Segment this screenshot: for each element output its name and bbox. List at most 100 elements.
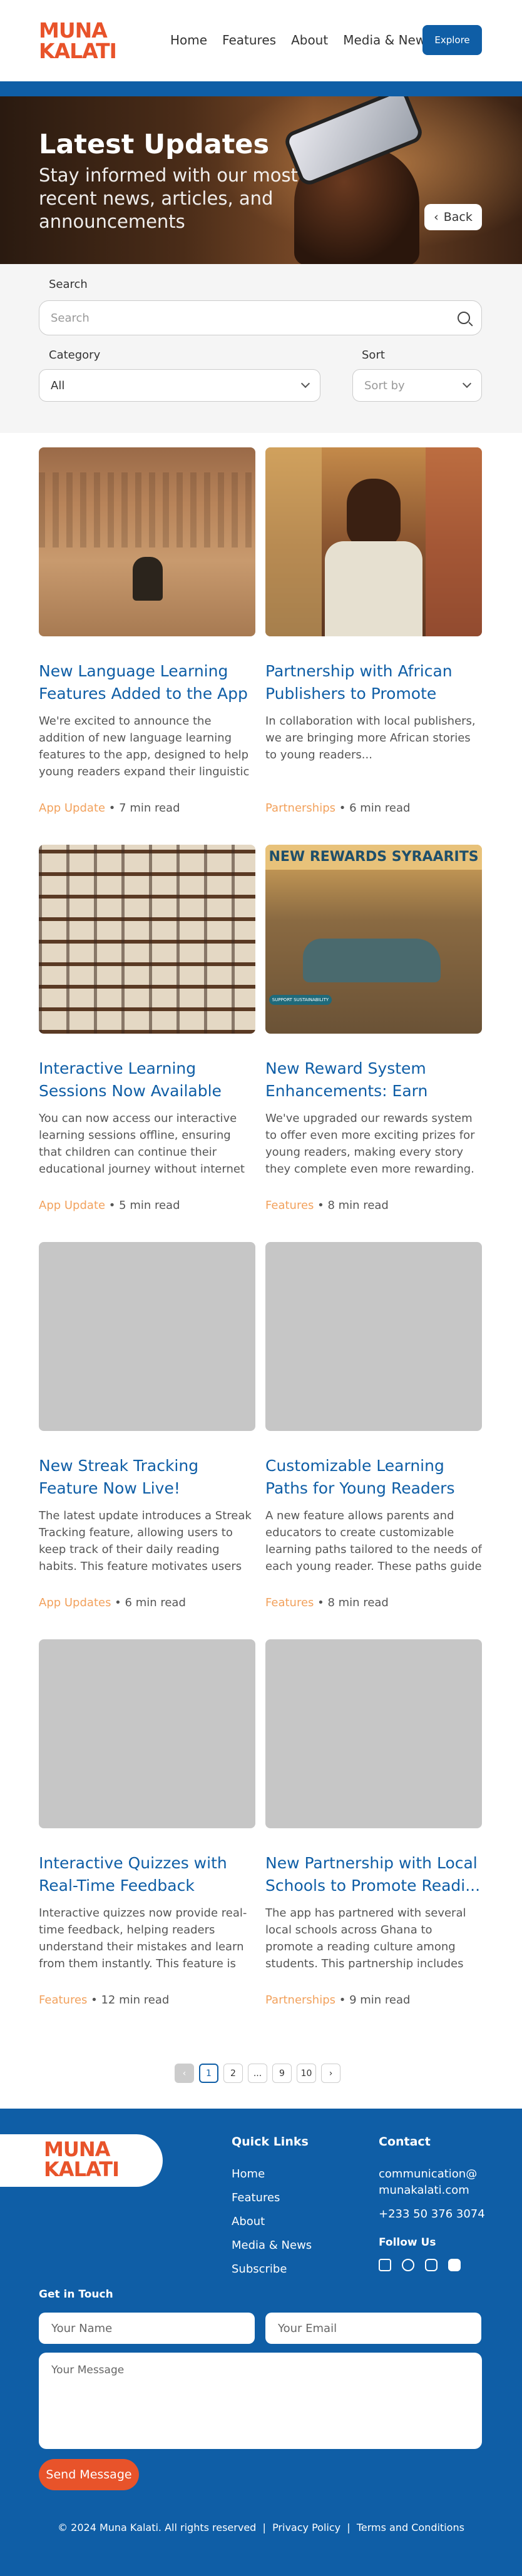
card-image-book-rows bbox=[39, 845, 255, 1034]
sort-select[interactable]: Sort by bbox=[352, 369, 482, 402]
nav-links: Home Features About Media & News bbox=[170, 31, 448, 49]
card-title[interactable]: New Streak Tracking Feature Now Live! bbox=[39, 1455, 255, 1500]
name-placeholder: Your Name bbox=[51, 2321, 113, 2335]
chevron-down-icon bbox=[462, 379, 472, 389]
card-image-placeholder bbox=[39, 1242, 255, 1431]
back-button[interactable]: ‹ Back bbox=[424, 204, 482, 230]
card-category: Partnerships bbox=[265, 1993, 336, 2007]
nav-home[interactable]: Home bbox=[170, 31, 207, 49]
card-category: Partnerships bbox=[265, 802, 336, 815]
card-read-time: 5 min read bbox=[119, 1199, 180, 1212]
card-meta: App Updates • 6 min read bbox=[39, 1596, 186, 1609]
news-card[interactable]: New Partnership with Local Schools to Pr… bbox=[265, 1639, 482, 2007]
card-image-books bbox=[39, 845, 255, 1034]
footer-link-home[interactable]: Home bbox=[232, 2167, 265, 2181]
contact-email-line2[interactable]: munakalati.com bbox=[379, 2184, 469, 2197]
card-image-placeholder bbox=[265, 1242, 482, 1431]
card-title[interactable]: New Reward System Enhancements: Earn Mor… bbox=[265, 1057, 482, 1102]
filter-panel: Search Search Category All Sort Sort by bbox=[0, 264, 522, 433]
card-category: Features bbox=[39, 1993, 88, 2007]
privacy-policy-link[interactable]: Privacy Policy bbox=[272, 2522, 340, 2533]
brand-logo[interactable]: MUNA KALATI bbox=[39, 18, 117, 61]
footer-link-about[interactable]: About bbox=[232, 2215, 265, 2228]
search-icon[interactable] bbox=[458, 312, 470, 324]
pagination-next-button[interactable]: › bbox=[321, 2064, 340, 2083]
news-card[interactable]: NEW REWARDS SYRAARITS SUPPORT SUSTAINABI… bbox=[265, 845, 482, 1212]
news-card[interactable]: Interactive Quizzes with Real-Time Feedb… bbox=[39, 1639, 255, 2007]
nav-features[interactable]: Features bbox=[222, 31, 276, 49]
contact-heading: Contact bbox=[379, 2135, 431, 2149]
card-image-poster-right bbox=[426, 447, 482, 636]
site-footer: MUNA KALATI Quick Links Home Features Ab… bbox=[0, 2109, 522, 2576]
category-label: Category bbox=[49, 349, 101, 362]
terms-link[interactable]: Terms and Conditions bbox=[357, 2522, 464, 2533]
news-card[interactable]: Partnership with African Publishers to P… bbox=[265, 447, 482, 815]
news-card[interactable]: Customizable Learning Paths for Young Re… bbox=[265, 1242, 482, 1609]
name-field[interactable]: Your Name bbox=[39, 2313, 255, 2344]
explore-button[interactable]: Explore bbox=[422, 25, 482, 55]
contact-phone[interactable]: +233 50 376 3074 bbox=[379, 2207, 485, 2221]
card-read-time: 7 min read bbox=[119, 802, 180, 815]
card-title[interactable]: Interactive Learning Sessions Now Availa… bbox=[39, 1057, 255, 1102]
footer-link-subscribe[interactable]: Subscribe bbox=[232, 2263, 287, 2276]
card-description: A new feature allows parents and educato… bbox=[265, 1509, 482, 1573]
category-select[interactable]: All bbox=[39, 369, 320, 402]
card-category: App Update bbox=[39, 802, 106, 815]
message-field[interactable]: Your Message bbox=[39, 2353, 482, 2449]
card-meta: Features • 8 min read bbox=[265, 1596, 389, 1609]
card-description: You can now access our interactive learn… bbox=[39, 1112, 245, 1176]
card-read-time: 6 min read bbox=[349, 802, 411, 815]
card-image-texture bbox=[39, 472, 255, 547]
news-card[interactable]: New Language Learning Features Added to … bbox=[39, 447, 255, 815]
quick-links-heading: Quick Links bbox=[232, 2135, 309, 2149]
card-title[interactable]: Partnership with African Publishers to P… bbox=[265, 660, 482, 705]
follow-us-heading: Follow Us bbox=[379, 2236, 436, 2249]
card-description: In collaboration with local publishers, … bbox=[265, 715, 476, 761]
page-title: Latest Updates bbox=[39, 129, 270, 160]
card-title[interactable]: New Partnership with Local Schools to Pr… bbox=[265, 1852, 482, 1897]
instagram-icon[interactable] bbox=[425, 2259, 438, 2271]
pagination-page-10[interactable]: 10 bbox=[297, 2064, 316, 2083]
youtube-icon[interactable] bbox=[448, 2259, 461, 2271]
card-poster-heading: NEW REWARDS SYRAARITS bbox=[265, 845, 482, 870]
pagination-page-1[interactable]: 1 bbox=[199, 2064, 218, 2083]
email-field[interactable]: Your Email bbox=[265, 2313, 481, 2344]
footer-logo-line2: KALATI bbox=[44, 2157, 120, 2181]
card-meta: Features • 12 min read bbox=[39, 1993, 170, 2007]
footer-separator: | bbox=[347, 2522, 351, 2533]
facebook-icon[interactable] bbox=[402, 2259, 414, 2271]
card-category: Features bbox=[265, 1199, 314, 1212]
nav-media-news[interactable]: Media & News bbox=[343, 31, 432, 49]
card-meta: Partnerships • 9 min read bbox=[265, 1993, 411, 2007]
search-label: Search bbox=[49, 278, 88, 291]
card-title[interactable]: Interactive Quizzes with Real-Time Feedb… bbox=[39, 1852, 255, 1897]
card-image-desert bbox=[39, 447, 255, 636]
nav-about[interactable]: About bbox=[291, 31, 328, 49]
footer-logo[interactable]: MUNA KALATI bbox=[0, 2134, 163, 2187]
pagination-page-2[interactable]: 2 bbox=[223, 2064, 243, 2083]
footer-link-media-news[interactable]: Media & News bbox=[232, 2239, 312, 2252]
footer-link-features[interactable]: Features bbox=[232, 2191, 280, 2204]
search-input[interactable]: Search bbox=[39, 300, 482, 335]
search-placeholder: Search bbox=[51, 311, 90, 325]
linkedin-icon[interactable] bbox=[379, 2259, 391, 2271]
logo-line1: MUNA bbox=[39, 18, 108, 43]
card-poster-button: SUPPORT SUSTAINABILITY bbox=[269, 995, 332, 1005]
card-image-figure bbox=[133, 557, 163, 601]
news-card[interactable]: Interactive Learning Sessions Now Availa… bbox=[39, 845, 255, 1212]
card-category: App Updates bbox=[39, 1596, 111, 1609]
pagination-prev-button[interactable]: ‹ bbox=[175, 2064, 194, 2083]
pagination-page-9[interactable]: 9 bbox=[272, 2064, 292, 2083]
news-card[interactable]: New Streak Tracking Feature Now Live! Th… bbox=[39, 1242, 255, 1609]
card-description: The latest update introduces a Streak Tr… bbox=[39, 1509, 252, 1573]
contact-email-line1[interactable]: communication@ bbox=[379, 2167, 477, 2181]
card-description: We're excited to announce the addition o… bbox=[39, 715, 250, 778]
card-image-placeholder bbox=[265, 1639, 482, 1828]
card-image-poster-left bbox=[265, 447, 322, 636]
card-read-time: 8 min read bbox=[327, 1596, 389, 1609]
send-message-button[interactable]: Send Message bbox=[39, 2459, 139, 2490]
card-category: App Update bbox=[39, 1199, 106, 1212]
card-title[interactable]: New Language Learning Features Added to … bbox=[39, 660, 255, 705]
pagination: ‹ 1 2 ... 9 10 › bbox=[175, 2064, 340, 2083]
card-title[interactable]: Customizable Learning Paths for Young Re… bbox=[265, 1455, 482, 1500]
